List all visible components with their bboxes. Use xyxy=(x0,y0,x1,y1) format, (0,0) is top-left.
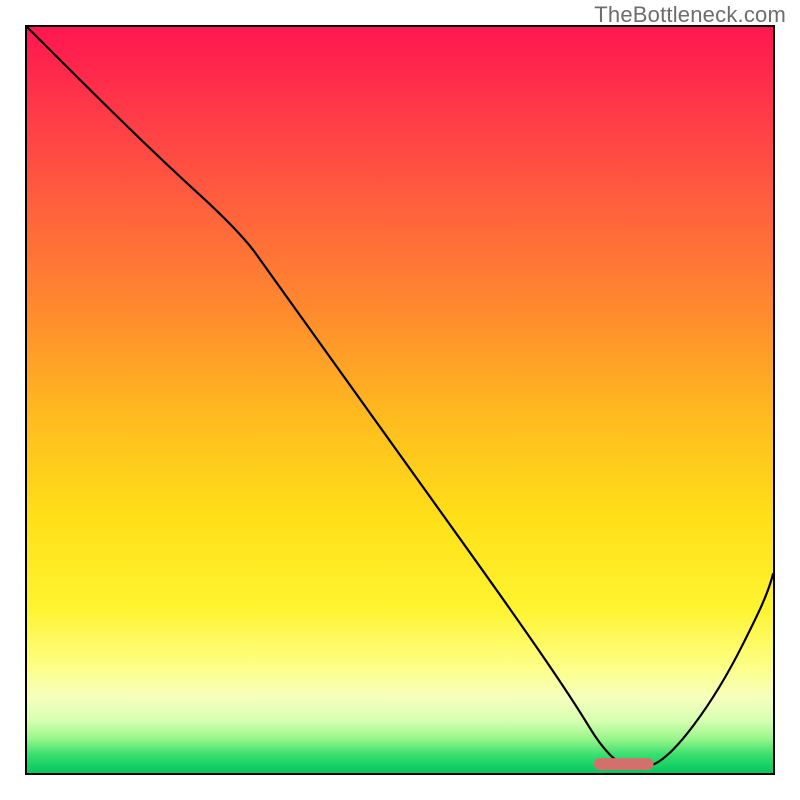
optimal-marker xyxy=(594,758,654,770)
curve-path xyxy=(27,27,773,765)
bottleneck-curve xyxy=(27,27,773,773)
plot-area xyxy=(25,25,775,775)
chart-stage: TheBottleneck.com xyxy=(0,0,800,800)
